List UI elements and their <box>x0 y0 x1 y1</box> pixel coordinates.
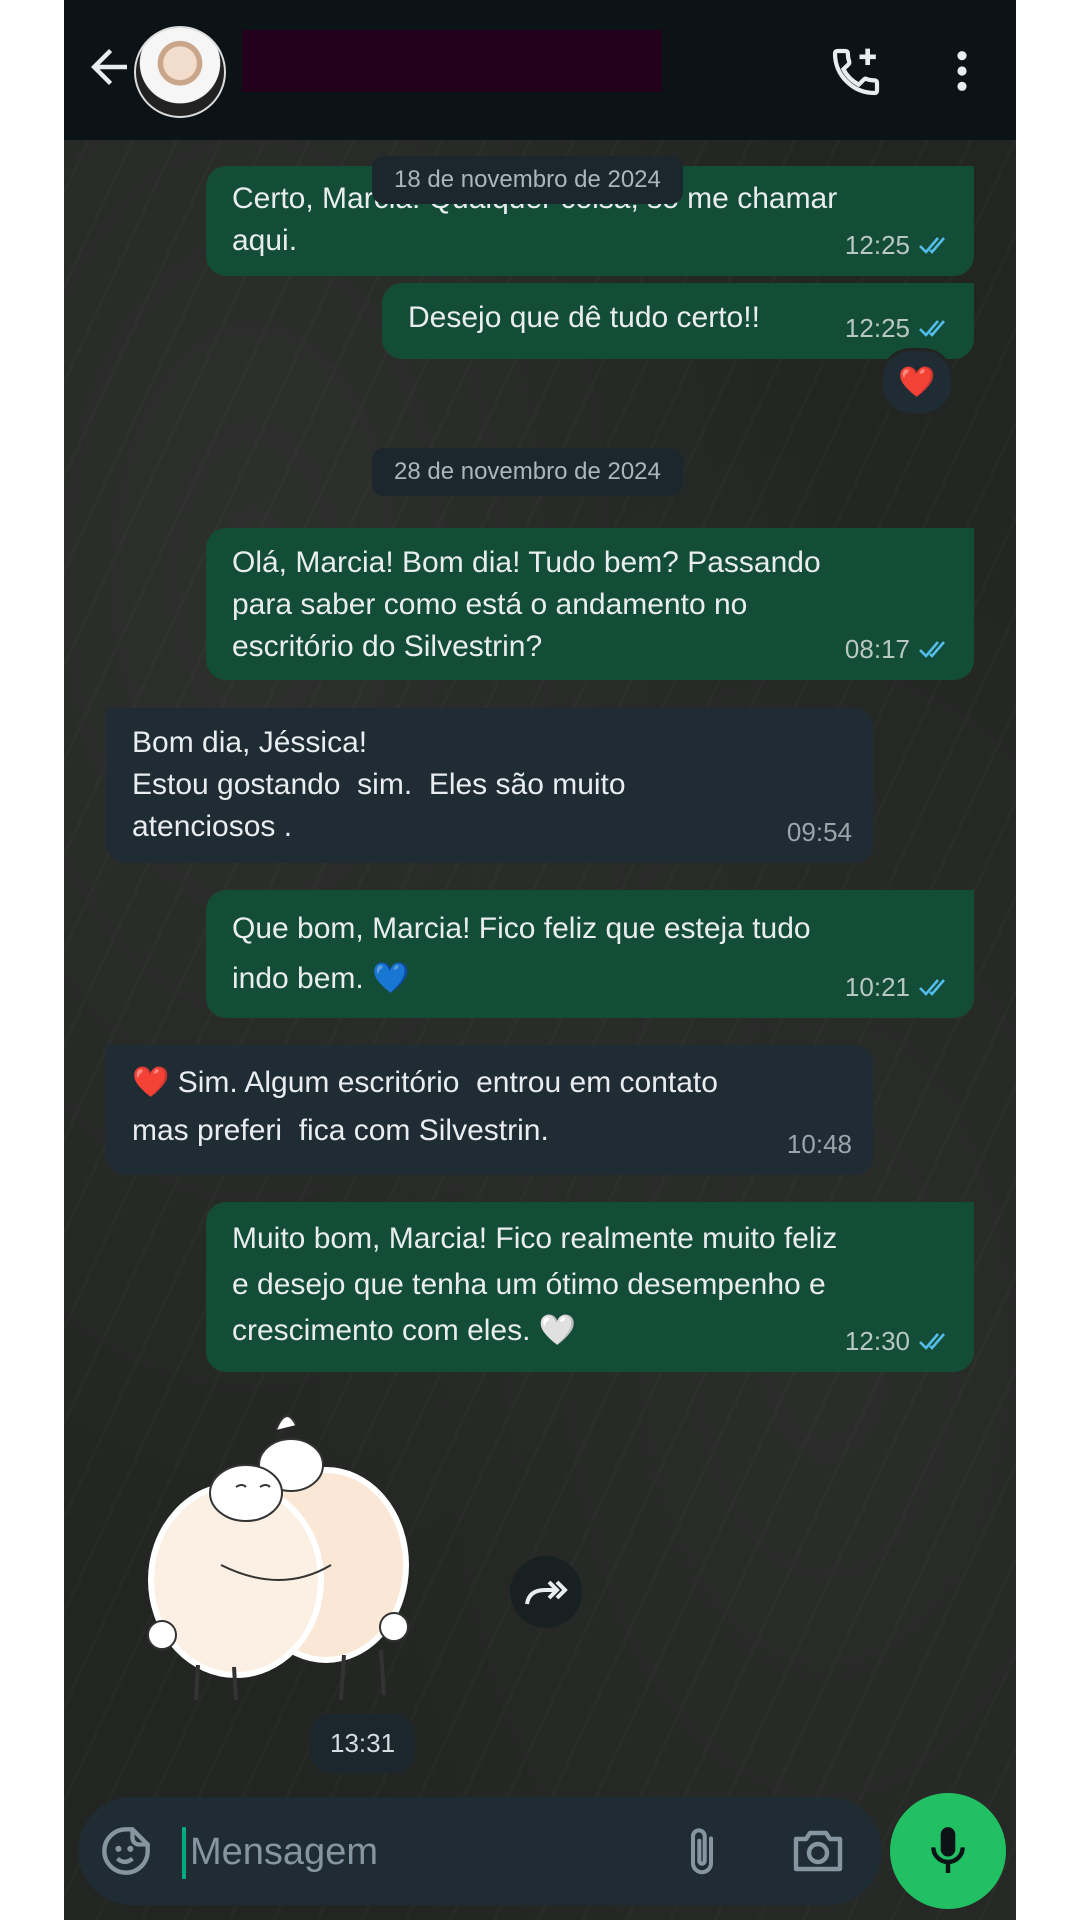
message-meta: 12:25 <box>845 307 952 349</box>
message-meta: 12:25 <box>845 224 952 266</box>
message-time: 12:25 <box>844 230 910 260</box>
message-text: Muito bom, Marcia! Fico realmente muito … <box>232 1222 838 1347</box>
chat-header <box>64 0 1016 140</box>
message-bubble[interactable]: Bom dia, Jéssica! Estou gostando sim. El… <box>106 708 874 863</box>
text-cursor <box>182 1827 186 1879</box>
message-bubble[interactable]: ❤️ Sim. Algum escritório entrou em conta… <box>106 1045 874 1175</box>
contact-avatar[interactable] <box>134 26 226 118</box>
arrow-left-icon[interactable] <box>82 40 136 94</box>
add-call-icon[interactable] <box>828 44 884 100</box>
message-bubble[interactable]: Que bom, Marcia! Fico feliz que esteja t… <box>206 890 974 1018</box>
hugging-sheep-sticker[interactable] <box>126 1395 426 1705</box>
message-bubble[interactable]: Desejo que dê tudo certo!! 12:25 <box>382 283 974 359</box>
message-meta: 08:17 <box>845 628 952 670</box>
contact-name-redacted[interactable] <box>242 30 662 92</box>
reaction-emoji: ❤️ <box>898 365 936 399</box>
message-text: ❤️ Sim. Algum escritório entrou em conta… <box>132 1066 718 1147</box>
message-time: 09:54 <box>786 817 852 847</box>
date-separator: 18 de novembro de 2024 <box>372 156 683 204</box>
paperclip-icon[interactable] <box>682 1825 722 1879</box>
message-time: 10:21 <box>844 972 910 1002</box>
message-meta: 12:30 <box>845 1320 952 1362</box>
date-separator: 28 de novembro de 2024 <box>372 448 683 496</box>
more-vert-icon[interactable] <box>954 48 970 94</box>
message-time: 10:48 <box>786 1129 852 1159</box>
mic-button[interactable] <box>890 1793 1006 1909</box>
message-text: Que bom, Marcia! Fico feliz que esteja t… <box>232 912 811 995</box>
double-check-icon <box>919 320 945 337</box>
message-meta: 09:54 <box>787 811 852 853</box>
double-check-icon <box>919 641 945 658</box>
double-check-icon <box>919 1333 945 1350</box>
camera-icon[interactable] <box>790 1827 846 1875</box>
forward-button[interactable] <box>510 1556 582 1628</box>
sticker-icon[interactable] <box>100 1825 152 1877</box>
forward-icon <box>525 1580 568 1605</box>
message-input[interactable] <box>188 1823 642 1881</box>
message-meta: 10:48 <box>787 1123 852 1165</box>
double-check-icon <box>919 237 945 254</box>
double-check-icon <box>919 979 945 996</box>
message-text: Bom dia, Jéssica! Estou gostando sim. El… <box>132 726 626 843</box>
message-time: 12:30 <box>844 1326 910 1356</box>
message-reaction[interactable]: ❤️ <box>880 348 954 416</box>
message-input-bar <box>78 1797 882 1905</box>
message-bubble[interactable]: Muito bom, Marcia! Fico realmente muito … <box>206 1202 974 1372</box>
message-bubble[interactable]: Olá, Marcia! Bom dia! Tudo bem? Passando… <box>206 528 974 680</box>
message-meta: 10:21 <box>845 966 952 1008</box>
sticker-time: 13:31 <box>310 1714 416 1773</box>
message-time: 08:17 <box>844 634 910 664</box>
chat-screen: Certo, Marcia! Qualquer coisa, só me cha… <box>64 0 1016 1920</box>
mic-icon <box>931 1827 965 1873</box>
message-text: Olá, Marcia! Bom dia! Tudo bem? Passando… <box>232 546 821 663</box>
message-time: 12:25 <box>844 313 910 343</box>
